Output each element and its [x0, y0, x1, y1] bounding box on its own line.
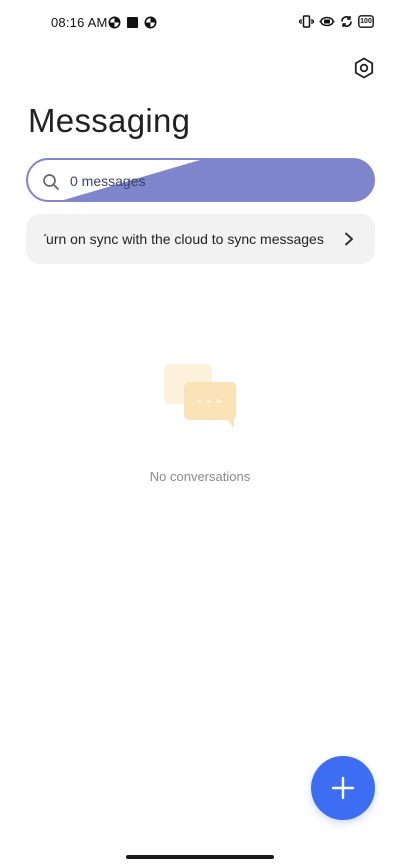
battery-icon: 100 [358, 15, 374, 28]
status-time: 08:16 AM [51, 15, 108, 30]
chat-bubbles-icon [164, 364, 236, 428]
battery-level: 100 [360, 18, 372, 25]
gear-icon [354, 57, 374, 79]
sync-banner-text: Turn on sync with the cloud to sync mess… [44, 231, 324, 247]
search-icon [43, 174, 59, 190]
new-conversation-button[interactable] [311, 756, 375, 820]
vibrate-icon [298, 15, 315, 28]
empty-state-text: No conversations [149, 469, 251, 484]
plus-icon [331, 776, 355, 800]
sync-banner-clip: Turn on sync with the cloud to sync mess… [44, 214, 352, 264]
search-input[interactable]: 0 messages [70, 173, 145, 189]
chevron-right-icon [345, 232, 353, 246]
page-title: Messaging [28, 102, 191, 139]
status-bar: 08:16 AM 100 [0, 0, 400, 44]
search-bar[interactable]: 0 messages [26, 158, 375, 202]
hotspot-icon [319, 15, 335, 28]
status-right-icons: 100 [298, 15, 374, 28]
sync-icon [340, 15, 353, 28]
home-indicator[interactable] [126, 855, 274, 859]
sync-banner[interactable]: Turn on sync with the cloud to sync mess… [26, 214, 375, 264]
settings-button[interactable] [351, 55, 377, 81]
data-saver-icon [108, 16, 121, 29]
square-notification-icon [126, 16, 139, 29]
data-saver-icon [144, 16, 157, 29]
status-left-icons [108, 16, 157, 29]
